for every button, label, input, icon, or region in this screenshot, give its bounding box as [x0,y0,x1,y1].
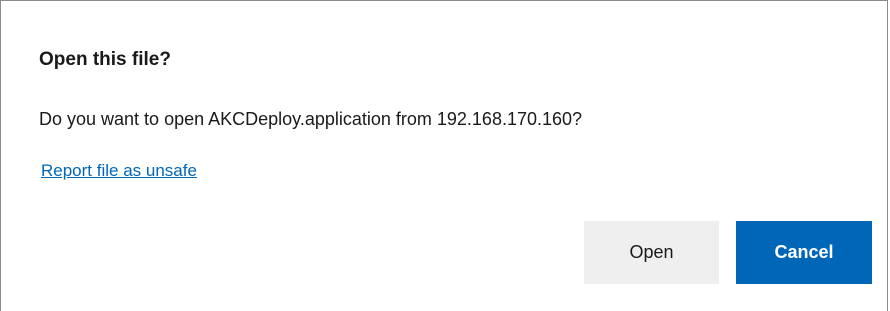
dialog-message: Do you want to open AKCDeploy.applicatio… [39,109,583,129]
cancel-button[interactable]: Cancel [736,221,872,284]
open-button[interactable]: Open [584,221,719,284]
dialog-title: Open this file? [39,49,171,70]
open-file-dialog: Open this file? Do you want to open AKCD… [0,0,888,311]
report-unsafe-link[interactable]: Report file as unsafe [41,161,197,181]
